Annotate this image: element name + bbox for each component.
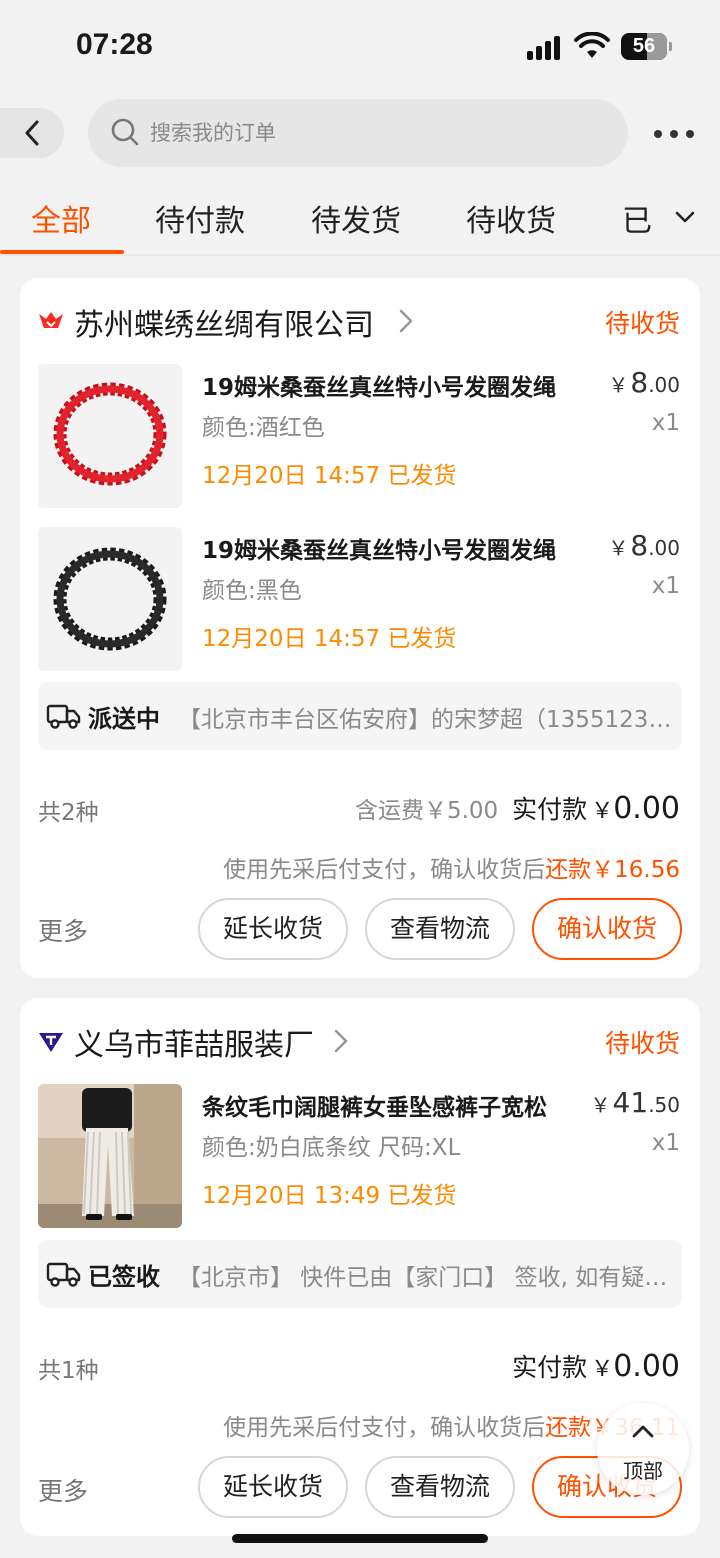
more-actions-link[interactable]: 更多 xyxy=(38,1472,88,1508)
logistics-summary[interactable]: 派送中 【北京市丰台区佑安府】的宋梦超（13551234567）正在派件 xyxy=(38,682,682,750)
tab-all[interactable]: 全部 xyxy=(31,196,91,240)
product-title: 19姆米桑蚕丝真丝特小号发圈发绳 xyxy=(202,375,557,401)
order-status: 待收货 xyxy=(604,1029,680,1058)
price-decimal: .00 xyxy=(648,536,680,560)
repay-amount: 还款￥16.56 xyxy=(545,857,680,883)
more-options-icon[interactable] xyxy=(652,118,696,148)
product-quantity: x1 xyxy=(651,1130,680,1156)
status-bar: 07:28 56 xyxy=(0,0,720,96)
shop-name[interactable]: 义乌市菲喆服装厂 xyxy=(74,1020,314,1064)
wifi-icon xyxy=(574,32,610,58)
product-price: ￥41.50 xyxy=(590,1086,680,1119)
order-card: 苏州蝶绣丝绸有限公司 待收货 19姆米桑蚕丝真丝特小号发圈发绳 颜色:酒红色 1… xyxy=(20,278,700,978)
product-price: ￥8.00 xyxy=(608,366,680,399)
product-title: 19姆米桑蚕丝真丝特小号发圈发绳 xyxy=(202,538,557,564)
logistics-status: 派送中 xyxy=(88,705,160,733)
item-count: 共1种 xyxy=(38,1358,99,1384)
payment-total: 实付款 ￥0.00 xyxy=(512,1349,680,1384)
shipping-time: 12月20日 14:57 已发货 xyxy=(202,463,457,489)
product-quantity: x1 xyxy=(651,410,680,436)
shop-header[interactable]: 苏州蝶绣丝绸有限公司 待收货 xyxy=(20,278,700,362)
status-time: 07:28 xyxy=(76,28,153,61)
tab-pending-shipment[interactable]: 待发货 xyxy=(311,196,401,240)
paid-amount: 0.00 xyxy=(613,791,680,826)
paid-label: 实付款 xyxy=(512,1353,588,1382)
search-icon xyxy=(111,118,139,146)
price-integer: 8 xyxy=(630,529,649,562)
shop-name[interactable]: 苏州蝶绣丝绸有限公司 xyxy=(74,300,374,344)
logistics-status: 已签收 xyxy=(88,1263,160,1291)
shop-logo-icon xyxy=(39,1033,63,1052)
chevron-up-icon xyxy=(632,1425,654,1438)
price-integer: 8 xyxy=(630,366,649,399)
item-count: 共2种 xyxy=(38,800,99,826)
shipping-time: 12月20日 14:57 已发货 xyxy=(202,626,457,652)
shipping-time: 12月20日 13:49 已发货 xyxy=(202,1183,457,1209)
note-text: 使用先采后付支付，确认收货后 xyxy=(223,857,546,883)
truck-icon xyxy=(46,1262,81,1287)
product-quantity: x1 xyxy=(651,573,680,599)
logistics-summary[interactable]: 已签收 【北京市】 快件已由【家门口】 签收, 如有疑问请联系 xyxy=(38,1240,682,1308)
battery-level: 56 xyxy=(632,35,656,57)
paid-label: 实付款 xyxy=(512,795,588,824)
product-spec: 颜色:黑色 xyxy=(202,578,302,604)
product-image[interactable] xyxy=(38,364,182,508)
back-to-top-button[interactable]: 顶部 xyxy=(597,1403,689,1495)
shop-logo-icon xyxy=(39,312,63,328)
search-bar[interactable] xyxy=(88,99,628,167)
paid-amount: 0.00 xyxy=(613,1349,680,1384)
home-indicator[interactable] xyxy=(232,1534,488,1543)
shop-header[interactable]: 义乌市菲喆服装厂 待收货 xyxy=(20,998,700,1082)
logistics-detail: 【北京市】 快件已由【家门口】 签收, 如有疑问请联系 xyxy=(178,1265,672,1291)
signal-icon xyxy=(527,36,563,60)
order-item[interactable]: 19姆米桑蚕丝真丝特小号发圈发绳 颜色:黑色 12月20日 14:57 已发货 … xyxy=(20,527,700,673)
price-decimal: .00 xyxy=(648,373,680,397)
chevron-left-icon xyxy=(25,120,39,146)
tab-pending-receipt[interactable]: 待收货 xyxy=(466,196,556,240)
view-logistics-button[interactable]: 查看物流 xyxy=(365,1456,515,1518)
back-to-top-label: 顶部 xyxy=(623,1459,663,1483)
tab-pending-payment[interactable]: 待付款 xyxy=(155,196,245,240)
confirm-receipt-button[interactable]: 确认收货 xyxy=(532,898,682,960)
extend-receipt-button[interactable]: 延长收货 xyxy=(198,898,348,960)
more-actions-link[interactable]: 更多 xyxy=(38,912,88,948)
note-text: 使用先采后付支付，确认收货后 xyxy=(223,1415,546,1441)
truck-icon xyxy=(46,704,81,729)
back-button[interactable] xyxy=(0,108,64,158)
chevron-down-icon[interactable] xyxy=(672,204,698,230)
order-status: 待收货 xyxy=(604,309,680,338)
order-item[interactable]: 条纹毛巾阔腿裤女垂坠感裤子宽松 颜色:奶白底条纹 尺码:XL 12月20日 13… xyxy=(20,1084,700,1230)
logistics-detail: 【北京市丰台区佑安府】的宋梦超（13551234567）正在派件 xyxy=(178,707,672,733)
product-spec: 颜色:酒红色 xyxy=(202,415,325,441)
payment-total: 含运费￥5.00 实付款 ￥0.00 xyxy=(354,791,680,826)
view-logistics-button[interactable]: 查看物流 xyxy=(365,898,515,960)
battery-icon: 56 xyxy=(621,33,672,60)
product-title: 条纹毛巾阔腿裤女垂坠感裤子宽松 xyxy=(202,1095,547,1121)
chevron-right-icon xyxy=(334,1029,348,1053)
search-input[interactable] xyxy=(150,113,590,153)
product-spec: 颜色:奶白底条纹 尺码:XL xyxy=(202,1135,461,1161)
tabs-divider xyxy=(0,254,720,256)
pay-later-note: 使用先采后付支付，确认收货后还款￥16.56 xyxy=(223,850,680,884)
order-item[interactable]: 19姆米桑蚕丝真丝特小号发圈发绳 颜色:酒红色 12月20日 14:57 已发货… xyxy=(20,364,700,510)
price-integer: 41 xyxy=(612,1086,649,1119)
product-image[interactable] xyxy=(38,1084,182,1228)
product-price: ￥8.00 xyxy=(608,529,680,562)
chevron-right-icon xyxy=(399,309,413,333)
extend-receipt-button[interactable]: 延长收货 xyxy=(198,1456,348,1518)
price-decimal: .50 xyxy=(648,1093,680,1117)
shipping-fee: 含运费￥5.00 xyxy=(354,798,499,824)
order-tabs: 全部 待付款 待发货 待收货 已 xyxy=(0,188,720,256)
tab-completed[interactable]: 已 xyxy=(622,196,652,240)
product-image[interactable] xyxy=(38,527,182,671)
